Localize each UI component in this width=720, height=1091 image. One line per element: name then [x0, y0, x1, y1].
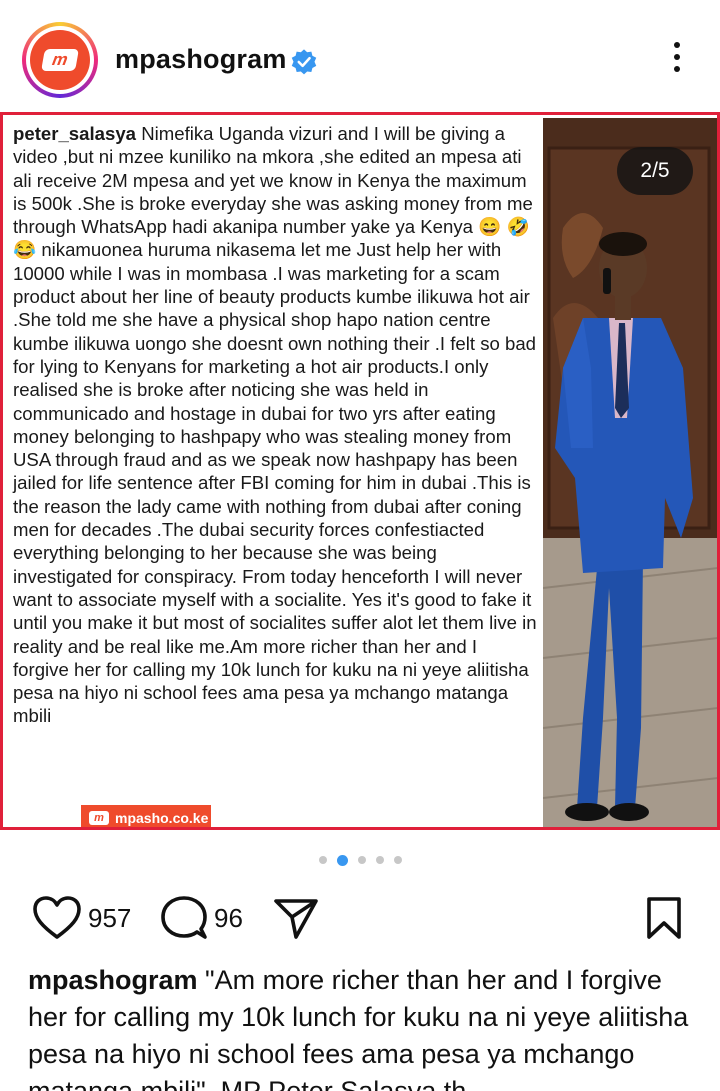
carousel-dots [0, 853, 720, 867]
more-options-icon[interactable] [662, 42, 692, 78]
heart-icon [33, 896, 81, 939]
like-button[interactable]: 957 [32, 890, 131, 946]
slide-counter: 2/5 [617, 147, 693, 195]
man-in-blue-suit-photo [543, 118, 717, 827]
bookmark-icon [647, 897, 681, 939]
share-icon [274, 899, 318, 939]
bookmark-button[interactable] [644, 890, 684, 946]
carousel-dot[interactable] [318, 856, 327, 864]
carousel-dot[interactable] [357, 856, 366, 864]
verified-badge-icon [291, 49, 317, 75]
action-bar: 957 96 [0, 890, 720, 946]
like-count[interactable]: 957 [88, 903, 131, 934]
text-panel: peter_salasya Nimefika Uganda vizuri and… [9, 119, 539, 827]
username[interactable]: mpashogram [115, 44, 287, 75]
share-button[interactable] [272, 890, 320, 946]
watermark: m mpasho.co.ke [81, 805, 211, 827]
post-image[interactable]: peter_salasya Nimefika Uganda vizuri and… [0, 112, 720, 830]
watermark-text: mpasho.co.ke [115, 810, 209, 826]
image-text: peter_salasya Nimefika Uganda vizuri and… [13, 122, 537, 728]
comment-icon [161, 896, 207, 939]
avatar[interactable]: m [22, 22, 98, 98]
carousel-dot-active[interactable] [336, 854, 348, 866]
avatar-logo: m [41, 49, 79, 71]
man-illustration [543, 118, 717, 827]
carousel-dot[interactable] [393, 856, 402, 864]
image-text-body: Nimefika Uganda vizuri and I will be giv… [13, 123, 537, 727]
comment-button[interactable]: 96 [160, 890, 243, 946]
carousel-dot[interactable] [375, 856, 384, 864]
comment-count[interactable]: 96 [214, 903, 243, 934]
image-text-author: peter_salasya [13, 123, 137, 144]
post-caption: mpashogram "Am more richer than her and … [28, 962, 698, 1091]
post-header: m mpashogram [0, 0, 720, 112]
watermark-logo: m [89, 811, 109, 825]
caption-username[interactable]: mpashogram [28, 965, 198, 995]
